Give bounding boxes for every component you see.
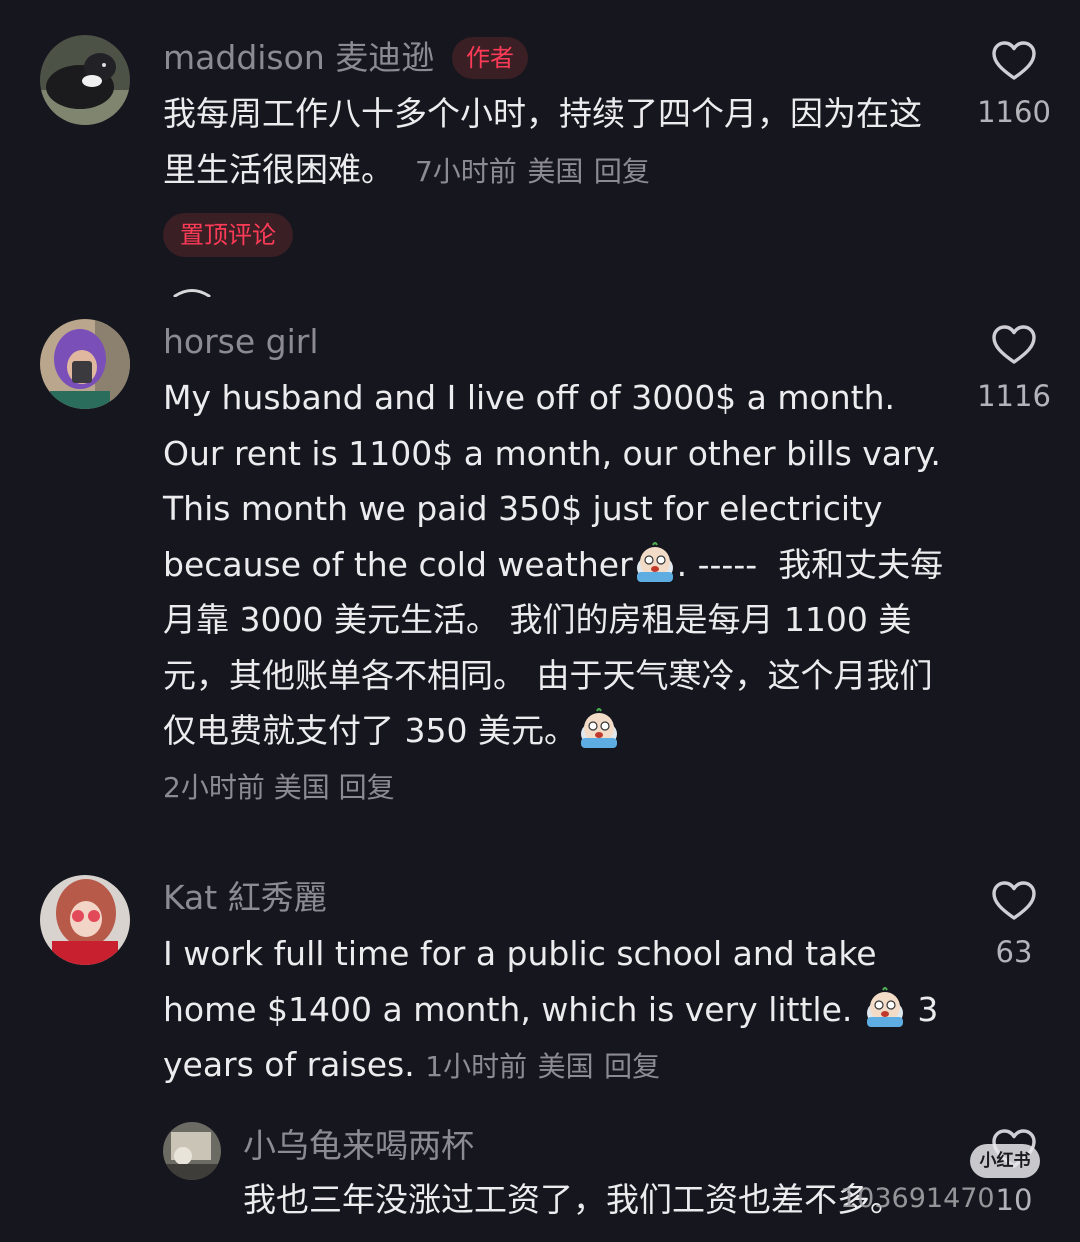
crying-face-emoji-icon xyxy=(577,706,621,750)
comment-location: 美国 xyxy=(537,1050,594,1083)
comment-meta: 2小时前 美国 回复 xyxy=(163,768,395,808)
comment-location: 美国 xyxy=(527,154,584,188)
comment-content: I work full time for a public school and… xyxy=(163,934,877,1029)
reply-item: 小乌龟来喝两杯 我也三年没涨过工资了，我们工资也差不多。 10 xyxy=(0,1110,1080,1242)
loading-indicator xyxy=(173,289,211,297)
comment-location: 美国 xyxy=(273,771,330,804)
comment-item: maddison 麦迪逊 作者 我每周工作八十多个小时，持续了四个月，因为在这里… xyxy=(0,0,1080,300)
avatar[interactable] xyxy=(40,35,130,125)
username[interactable]: horse girl xyxy=(163,322,319,362)
comment-text: 我也三年没涨过工资了，我们工资也差不多。 xyxy=(243,1172,943,1228)
comment-text: 我每周工作八十多个小时，持续了四个月，因为在这里生活很困难。 7小时前 美国 回… xyxy=(163,86,943,199)
comment-text: My husband and I live off of 3000$ a mon… xyxy=(163,370,953,759)
comment-content: 我也三年没涨过工资了，我们工资也差不多。 xyxy=(243,1180,903,1219)
reply-button[interactable]: 回复 xyxy=(604,1050,660,1083)
comment-time: 2小时前 xyxy=(163,771,265,804)
pinned-badge: 置顶评论 xyxy=(163,213,293,257)
author-badge: 作者 xyxy=(452,37,528,79)
like-count: 63 xyxy=(995,935,1033,969)
like-button[interactable]: 1116 xyxy=(969,324,1059,416)
comment-time: 1小时前 xyxy=(425,1050,528,1083)
username[interactable]: 小乌龟来喝两杯 xyxy=(243,1126,474,1166)
reply-button[interactable]: 回复 xyxy=(339,771,395,804)
like-count: 1160 xyxy=(977,95,1051,129)
comment-time: 7小时前 xyxy=(414,154,517,188)
username[interactable]: Kat 紅秀麗 xyxy=(163,878,327,918)
avatar[interactable] xyxy=(40,875,130,965)
comment-item: Kat 紅秀麗 I work full time for a public sc… xyxy=(0,860,1080,1110)
comment-item: horse girl My husband and I live off of … xyxy=(0,300,1080,840)
heart-outline-icon xyxy=(992,325,1036,364)
watermark-id: 103691470 xyxy=(840,1183,995,1214)
reply-button[interactable]: 回复 xyxy=(594,155,650,188)
heart-outline-icon xyxy=(992,41,1036,80)
like-button[interactable]: 1160 xyxy=(969,40,1059,132)
crying-face-emoji-icon xyxy=(633,540,677,584)
comment-text: I work full time for a public school and… xyxy=(163,926,953,1095)
avatar[interactable] xyxy=(163,1122,221,1180)
avatar[interactable] xyxy=(40,319,130,409)
like-count: 1116 xyxy=(977,379,1051,413)
crying-face-emoji-icon xyxy=(863,985,907,1029)
watermark-logo: 小红书 xyxy=(970,1144,1040,1178)
like-button[interactable]: 63 xyxy=(969,880,1059,972)
heart-outline-icon xyxy=(992,881,1036,920)
comment-separator: . ----- xyxy=(676,544,758,584)
username[interactable]: maddison 麦迪逊 xyxy=(163,38,434,78)
